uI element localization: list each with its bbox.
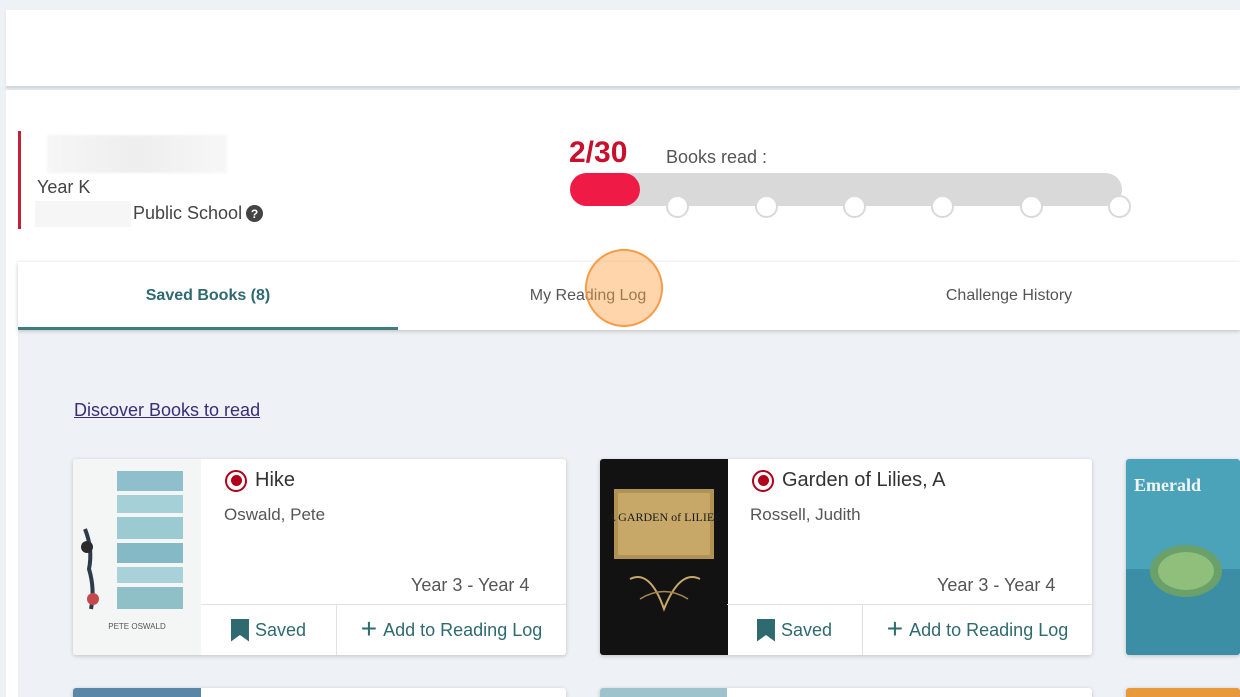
student-name-redacted: [47, 135, 227, 173]
add-label: Add to Reading Log: [909, 619, 1069, 640]
bookmark-icon: [756, 618, 775, 642]
books-read-count: 2/30: [569, 136, 628, 169]
student-year: Year K: [37, 177, 91, 197]
book-cover[interactable]: A GARDEN of LILIES: [600, 459, 728, 655]
saved-button[interactable]: Saved: [727, 605, 863, 655]
plus-icon: +: [360, 612, 378, 644]
cover-author-text: PETE OSWALD: [108, 622, 166, 631]
book-title[interactable]: Garden of Lilies, A: [752, 469, 945, 492]
student-school: Public School ?: [133, 203, 264, 224]
book-cover[interactable]: Emerald: [1126, 459, 1240, 655]
book-cover[interactable]: [1126, 688, 1240, 697]
plus-icon: +: [886, 612, 904, 644]
school-label: Public School: [133, 203, 243, 223]
saved-label: Saved: [254, 619, 307, 640]
progress-milestone-dot: [755, 195, 778, 218]
radio-selected-icon: [752, 469, 774, 492]
saved-button[interactable]: Saved: [201, 605, 337, 655]
tab-challenge-history[interactable]: Challenge History: [778, 262, 1240, 330]
question-circle-icon[interactable]: ?: [246, 205, 264, 222]
reading-progress-fill: [570, 173, 640, 206]
progress-milestone-dot: [931, 195, 954, 218]
book-card: [1126, 688, 1240, 697]
radio-selected-icon: [225, 469, 247, 492]
add-label: Add to Reading Log: [383, 619, 543, 640]
book-card: A GARDEN of LILIES Garden of Lilies, A R…: [600, 459, 1092, 655]
book-title-text: Garden of Lilies, A: [782, 469, 946, 491]
book-card: [73, 688, 566, 697]
books-read-label: Books read :: [666, 147, 768, 167]
book-title[interactable]: Hike: [225, 469, 295, 492]
book-author: Oswald, Pete: [224, 505, 326, 524]
book-card: Emerald: [1126, 459, 1240, 655]
book-card: PETE OSWALD Hike Oswald, Pete Year 3 - Y…: [73, 459, 566, 655]
book-card: [600, 688, 1092, 697]
book-cover[interactable]: [73, 688, 201, 697]
book-actions: Saved + Add to Reading Log: [727, 604, 1092, 655]
bookmark-icon: [230, 618, 249, 642]
top-header-bar: [6, 10, 1240, 88]
tab-saved-books[interactable]: Saved Books (8): [18, 262, 398, 330]
book-grade: Year 3 - Year 4: [937, 575, 1056, 595]
discover-books-link[interactable]: Discover Books to read: [74, 400, 260, 421]
book-cover[interactable]: PETE OSWALD: [73, 459, 201, 655]
add-to-reading-log-button[interactable]: + Add to Reading Log: [863, 605, 1092, 655]
cover-title-text: Emerald: [1134, 475, 1201, 495]
book-actions: Saved + Add to Reading Log: [201, 604, 566, 655]
progress-milestone-dot: [843, 195, 866, 218]
book-cover[interactable]: [600, 688, 727, 697]
tab-my-reading-log[interactable]: My Reading Log: [398, 262, 778, 330]
cover-title-text: A GARDEN of LILIES: [607, 510, 721, 524]
add-to-reading-log-button[interactable]: + Add to Reading Log: [337, 605, 566, 655]
saved-label: Saved: [780, 619, 833, 640]
progress-milestone-dot: [1020, 195, 1043, 218]
school-name-redacted: [35, 201, 131, 227]
book-title-text: Hike: [255, 469, 296, 491]
progress-milestone-dot: [666, 195, 689, 218]
progress-milestone-dot: [1108, 195, 1131, 218]
student-info: Year K Public School ?: [18, 131, 288, 229]
book-grade: Year 3 - Year 4: [411, 575, 530, 595]
tab-bar: Saved Books (8) My Reading Log Challenge…: [18, 262, 1240, 330]
book-author: Rossell, Judith: [750, 505, 861, 524]
